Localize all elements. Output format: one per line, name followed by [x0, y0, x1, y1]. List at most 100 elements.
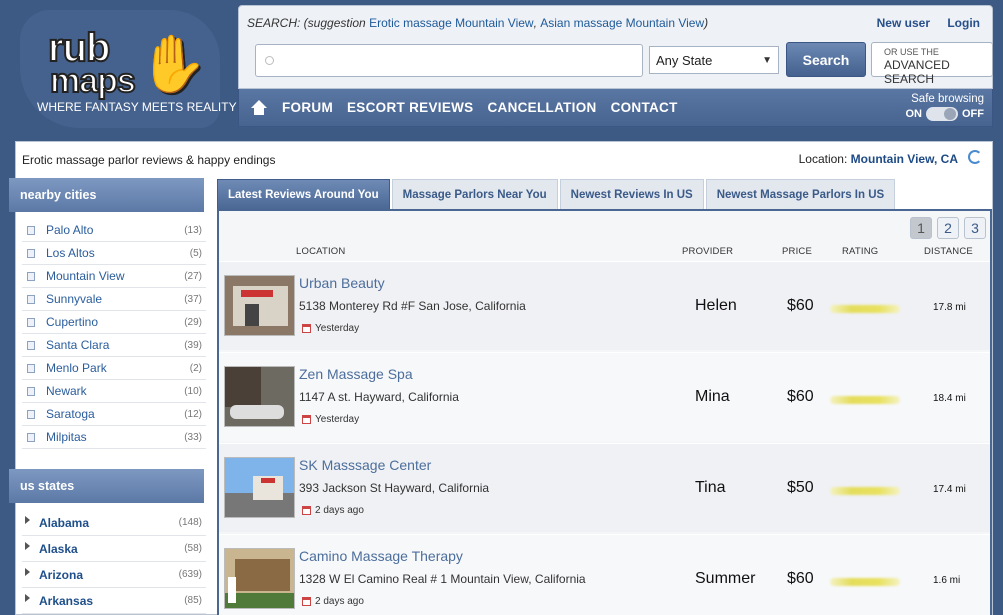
state-name: Alaska — [39, 541, 78, 556]
search-suggestion: SEARCH: (suggestion Erotic massage Mount… — [247, 16, 708, 30]
document-icon — [27, 432, 35, 442]
rating-bar — [830, 578, 900, 586]
parlor-address: 1147 A st. Hayward, California — [299, 390, 459, 404]
state-item[interactable]: Arizona (639) — [22, 562, 206, 588]
nav-cancellation[interactable]: CANCELLATION — [487, 100, 596, 115]
tab-newest-reviews-us[interactable]: Newest Reviews In US — [559, 179, 704, 210]
suggestion-link-2[interactable]: Asian massage Mountain View — [540, 16, 704, 30]
magnifier-icon — [265, 56, 274, 65]
safe-browsing-toggle[interactable] — [926, 107, 958, 121]
chevron-down-icon: ▼ — [762, 54, 772, 66]
city-item[interactable]: Saratoga (12) — [22, 403, 206, 426]
page-2[interactable]: 2 — [937, 217, 959, 239]
city-item[interactable]: Milpitas (33) — [22, 426, 206, 449]
price: $60 — [787, 570, 814, 587]
search-button[interactable]: Search — [786, 42, 866, 77]
rating-bar — [830, 305, 900, 313]
safe-browsing-row: ON OFF — [905, 107, 984, 121]
tab-parlors-near[interactable]: Massage Parlors Near You — [391, 179, 558, 210]
review-row[interactable]: SK Masssage Center 393 Jackson St Haywar… — [219, 443, 990, 532]
state-item[interactable]: Alabama (148) — [22, 510, 206, 536]
city-name: Milpitas — [46, 430, 87, 444]
parlor-address: 5138 Monterey Rd #F San Jose, California — [299, 299, 526, 313]
toggle-knob — [944, 108, 956, 120]
state-count: (148) — [178, 517, 202, 528]
state-count: (85) — [184, 595, 202, 606]
logo[interactable]: rub maps ✋ WHERE FANTASY MEETS REALITY — [20, 10, 237, 128]
document-icon — [27, 340, 35, 350]
parlor-thumbnail[interactable] — [224, 457, 295, 518]
triangle-right-icon — [25, 541, 30, 550]
triangle-right-icon — [25, 515, 30, 524]
city-item[interactable]: Cupertino (29) — [22, 311, 206, 334]
city-item[interactable]: Menlo Park (2) — [22, 357, 206, 380]
current-location: Location: Mountain View, CA — [799, 152, 958, 166]
city-count: (10) — [184, 385, 202, 397]
state-select-value: Any State — [656, 52, 713, 68]
login-link[interactable]: Login — [947, 16, 980, 30]
safe-browsing-label: Safe browsing — [911, 93, 984, 105]
tab-newest-parlors-us[interactable]: Newest Massage Parlors In US — [705, 179, 896, 210]
suggestion-prefix: SEARCH: (suggestion — [247, 16, 370, 30]
triangle-right-icon — [25, 567, 30, 576]
city-item[interactable]: Santa Clara (39) — [22, 334, 206, 357]
state-item[interactable]: Arkansas (85) — [22, 588, 206, 614]
page-title: Erotic massage parlor reviews & happy en… — [22, 153, 276, 167]
search-input[interactable] — [255, 44, 643, 77]
parlor-name[interactable]: Zen Massage Spa — [299, 366, 413, 382]
state-select[interactable]: Any State ▼ — [649, 46, 779, 74]
parlor-thumbnail[interactable] — [224, 275, 295, 336]
safe-on-label: ON — [905, 108, 923, 120]
safe-off-label: OFF — [962, 108, 984, 120]
city-name: Mountain View — [46, 269, 125, 283]
city-item[interactable]: Sunnyvale (37) — [22, 288, 206, 311]
review-date: Yesterday — [315, 414, 360, 425]
distance: 17.8 mi — [933, 302, 966, 313]
review-date: 2 days ago — [315, 505, 364, 516]
review-row[interactable]: Urban Beauty 5138 Monterey Rd #F San Jos… — [219, 261, 990, 350]
parlor-thumbnail[interactable] — [224, 366, 295, 427]
review-date: 2 days ago — [315, 596, 364, 607]
nav-escort-reviews[interactable]: ESCORT REVIEWS — [347, 100, 473, 115]
document-icon — [27, 317, 35, 327]
parlor-name[interactable]: SK Masssage Center — [299, 457, 431, 473]
city-item[interactable]: Palo Alto (13) — [22, 219, 206, 242]
refresh-icon[interactable] — [968, 150, 982, 164]
tab-latest-reviews[interactable]: Latest Reviews Around You — [217, 179, 390, 210]
pagination: 1 2 3 — [910, 217, 986, 239]
nav-items: FORUM ESCORT REVIEWS CANCELLATION CONTAC… — [282, 100, 678, 115]
city-item[interactable]: Newark (10) — [22, 380, 206, 403]
parlor-name[interactable]: Urban Beauty — [299, 275, 385, 291]
new-user-link[interactable]: New user — [877, 16, 930, 30]
state-count: (639) — [178, 569, 202, 580]
city-name: Menlo Park — [46, 361, 107, 375]
state-item[interactable]: Alaska (58) — [22, 536, 206, 562]
city-item[interactable]: Los Altos (5) — [22, 242, 206, 265]
parlor-thumbnail[interactable] — [224, 548, 295, 609]
city-count: (12) — [184, 408, 202, 420]
review-tabs: Latest Reviews Around You Massage Parlor… — [217, 179, 896, 210]
nav-contact[interactable]: CONTACT — [611, 100, 678, 115]
city-name: Los Altos — [46, 246, 95, 260]
provider-name: Summer — [695, 570, 756, 587]
review-row[interactable]: Camino Massage Therapy 1328 W El Camino … — [219, 534, 990, 615]
parlor-name[interactable]: Camino Massage Therapy — [299, 548, 463, 564]
home-icon[interactable] — [251, 100, 267, 116]
city-count: (33) — [184, 431, 202, 443]
city-name: Santa Clara — [46, 338, 110, 352]
page-1[interactable]: 1 — [910, 217, 932, 239]
nav-forum[interactable]: FORUM — [282, 100, 333, 115]
provider-name: Mina — [695, 388, 730, 405]
advanced-search-label: ADVANCED SEARCH — [884, 58, 950, 86]
review-row[interactable]: Zen Massage Spa 1147 A st. Hayward, Cali… — [219, 352, 990, 441]
thumb-sign — [228, 577, 236, 603]
advanced-search-button[interactable]: OR USE THE ADVANCED SEARCH — [871, 42, 993, 86]
state-name: Alabama — [39, 515, 90, 530]
city-item[interactable]: Mountain View (27) — [22, 265, 206, 288]
suggestion-suffix: ) — [704, 16, 709, 30]
suggestion-link-1[interactable]: Erotic massage Mountain View — [369, 16, 534, 30]
distance: 1.6 mi — [933, 575, 961, 586]
location-value[interactable]: Mountain View, CA — [851, 152, 958, 166]
page-3[interactable]: 3 — [964, 217, 986, 239]
city-count: (37) — [184, 293, 202, 305]
